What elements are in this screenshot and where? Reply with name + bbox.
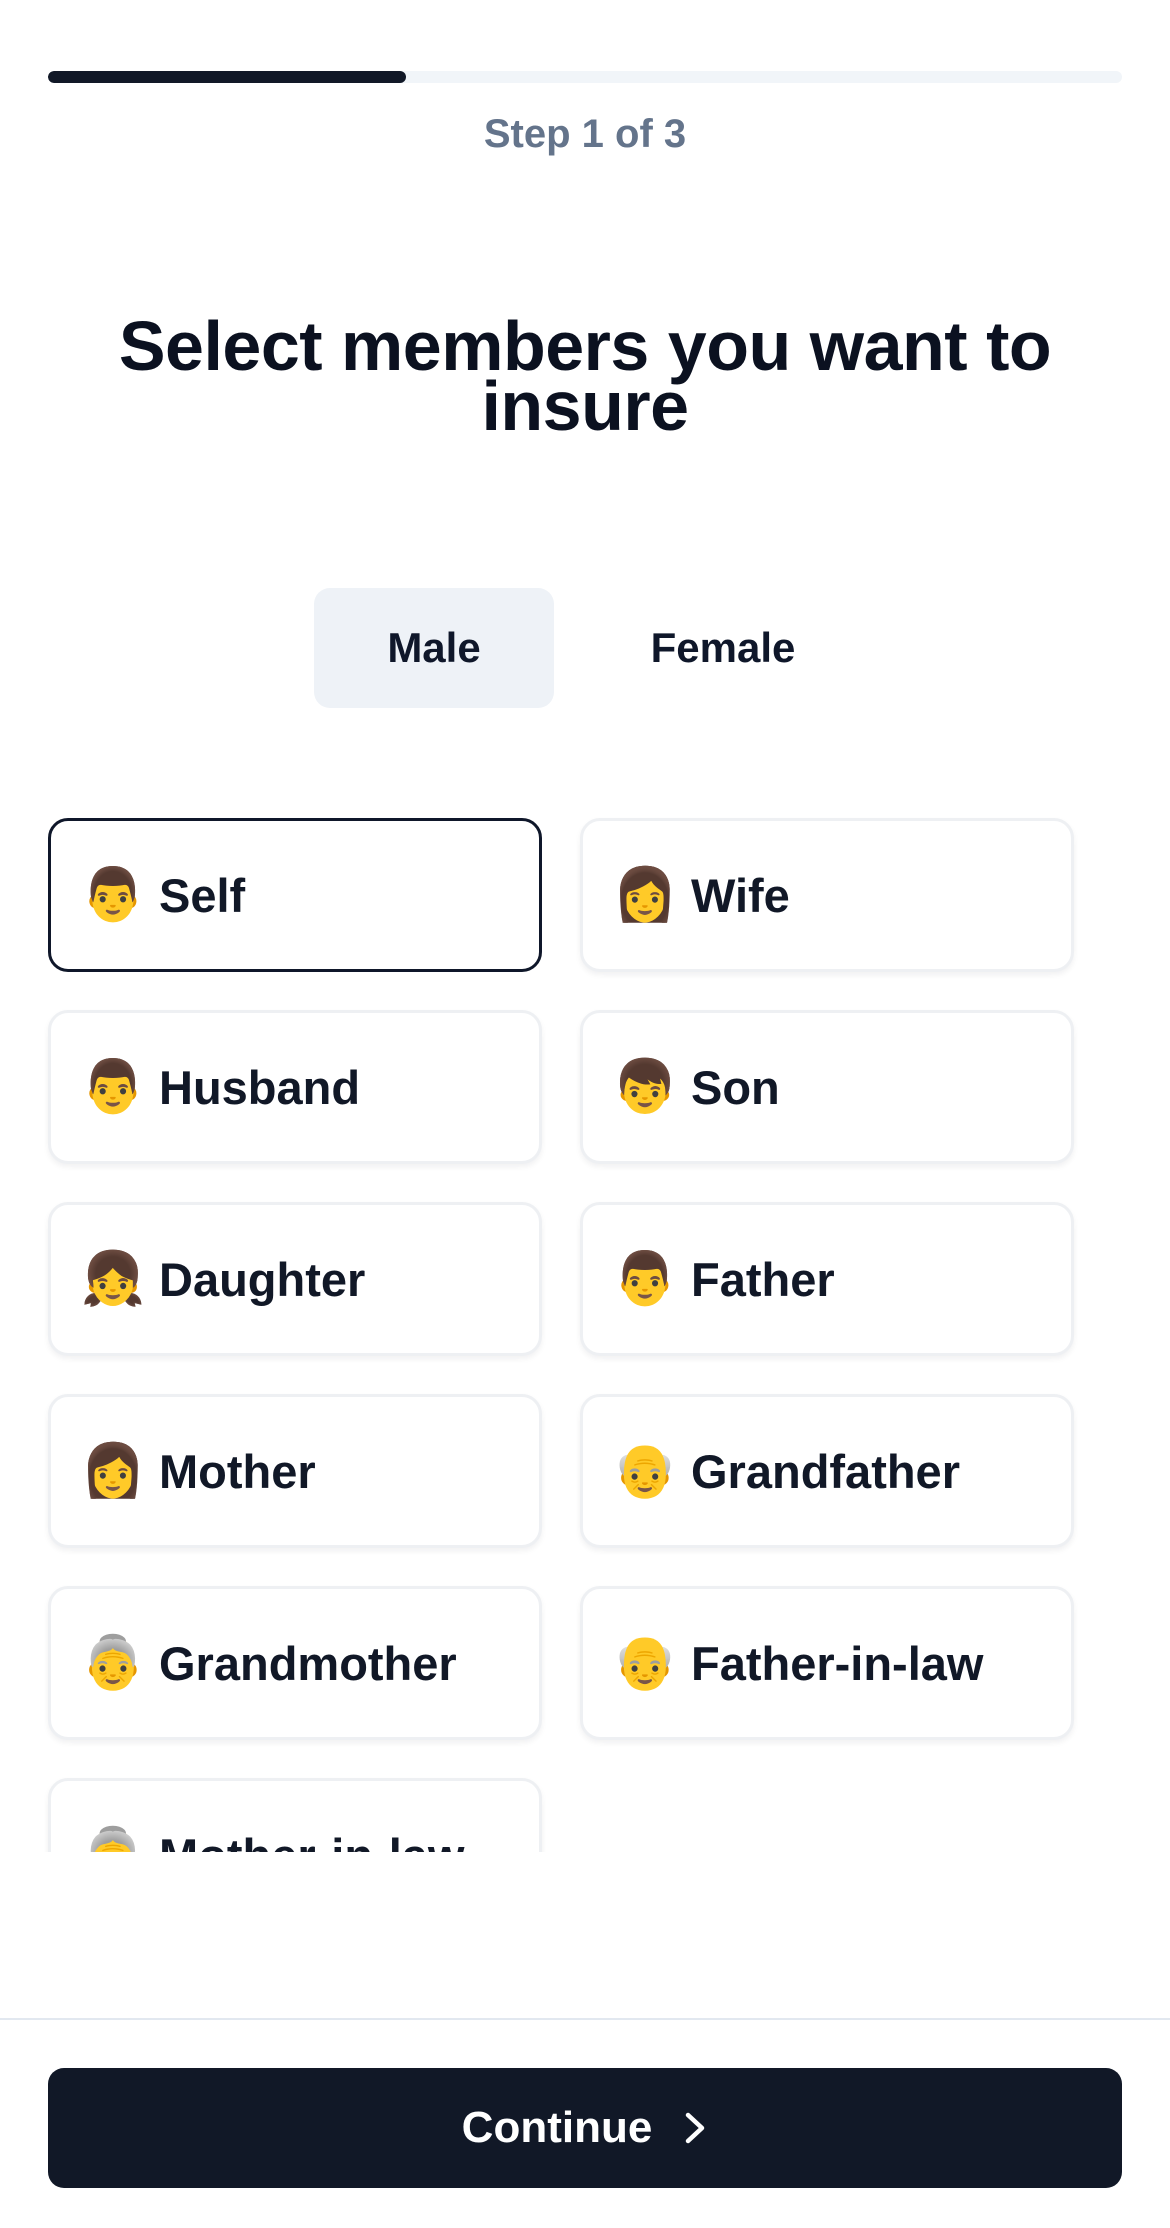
member-card[interactable]: 👦 Son — [580, 1010, 1074, 1164]
member-card[interactable]: 👵 Mother-in-law — [48, 1778, 542, 1852]
member-card-label: Daughter — [159, 1252, 366, 1306]
progress-bar-fill — [48, 71, 406, 83]
member-card[interactable]: 👧 Daughter — [48, 1202, 542, 1356]
old-woman-icon: 👵 — [80, 1633, 146, 1693]
member-grid: 👨 Self 👩 Wife 👨 Husband 👦 Son 👧 Daughter 👨 Father 👩 M… — [0, 810, 1170, 1852]
chevron-right-icon — [686, 2112, 705, 2144]
member-card-label: Self — [159, 868, 246, 922]
member-card-label: Father-in-law — [691, 1636, 984, 1690]
footer-divider — [0, 2018, 1170, 2020]
old-man-icon: 👴 — [612, 1633, 678, 1693]
member-card-label: Mother-in-law — [159, 1828, 464, 1853]
member-card[interactable]: 👵 Grandmother — [48, 1586, 542, 1740]
gender-toggle: Male Female — [314, 588, 872, 708]
old-man-icon: 👴 — [612, 1441, 678, 1501]
man-icon: 👨 — [80, 865, 146, 925]
woman-icon: 👩 — [80, 1441, 146, 1501]
gender-tab-female[interactable]: Female — [554, 588, 872, 708]
member-card-label: Son — [691, 1060, 780, 1114]
member-card[interactable]: 👨 Father — [580, 1202, 1074, 1356]
woman-icon: 👩 — [612, 865, 678, 925]
gender-tab-male[interactable]: Male — [314, 588, 554, 708]
page-title: Select members you want to insure — [60, 311, 1110, 445]
boy-icon: 👦 — [612, 1057, 678, 1117]
member-card-label: Grandfather — [691, 1444, 960, 1498]
old-woman-icon: 👵 — [81, 1823, 146, 1852]
page-title-line-2: insure — [481, 367, 689, 445]
continue-button[interactable]: Continue — [48, 2068, 1122, 2188]
man-icon: 👨 — [612, 1249, 678, 1309]
member-card[interactable]: 👨 Self — [48, 818, 542, 972]
member-card[interactable]: 👴 Grandfather — [580, 1394, 1074, 1548]
member-card[interactable]: 👩 Wife — [580, 818, 1074, 972]
member-card-label: Father — [691, 1252, 835, 1306]
step-indicator: Step 1 of 3 — [483, 112, 687, 156]
girl-icon: 👧 — [80, 1249, 146, 1309]
member-card-label: Husband — [159, 1060, 361, 1114]
man-icon: 👨 — [80, 1057, 146, 1117]
member-card-label: Mother — [159, 1444, 316, 1498]
continue-button-label: Continue — [461, 2103, 653, 2152]
member-card[interactable]: 👴 Father-in-law — [580, 1586, 1074, 1740]
member-card[interactable]: 👩 Mother — [48, 1394, 542, 1548]
progress-bar — [48, 71, 1122, 83]
member-card-label: Wife — [691, 868, 790, 922]
member-card[interactable]: 👨 Husband — [48, 1010, 542, 1164]
member-card-label: Grandmother — [159, 1636, 457, 1690]
